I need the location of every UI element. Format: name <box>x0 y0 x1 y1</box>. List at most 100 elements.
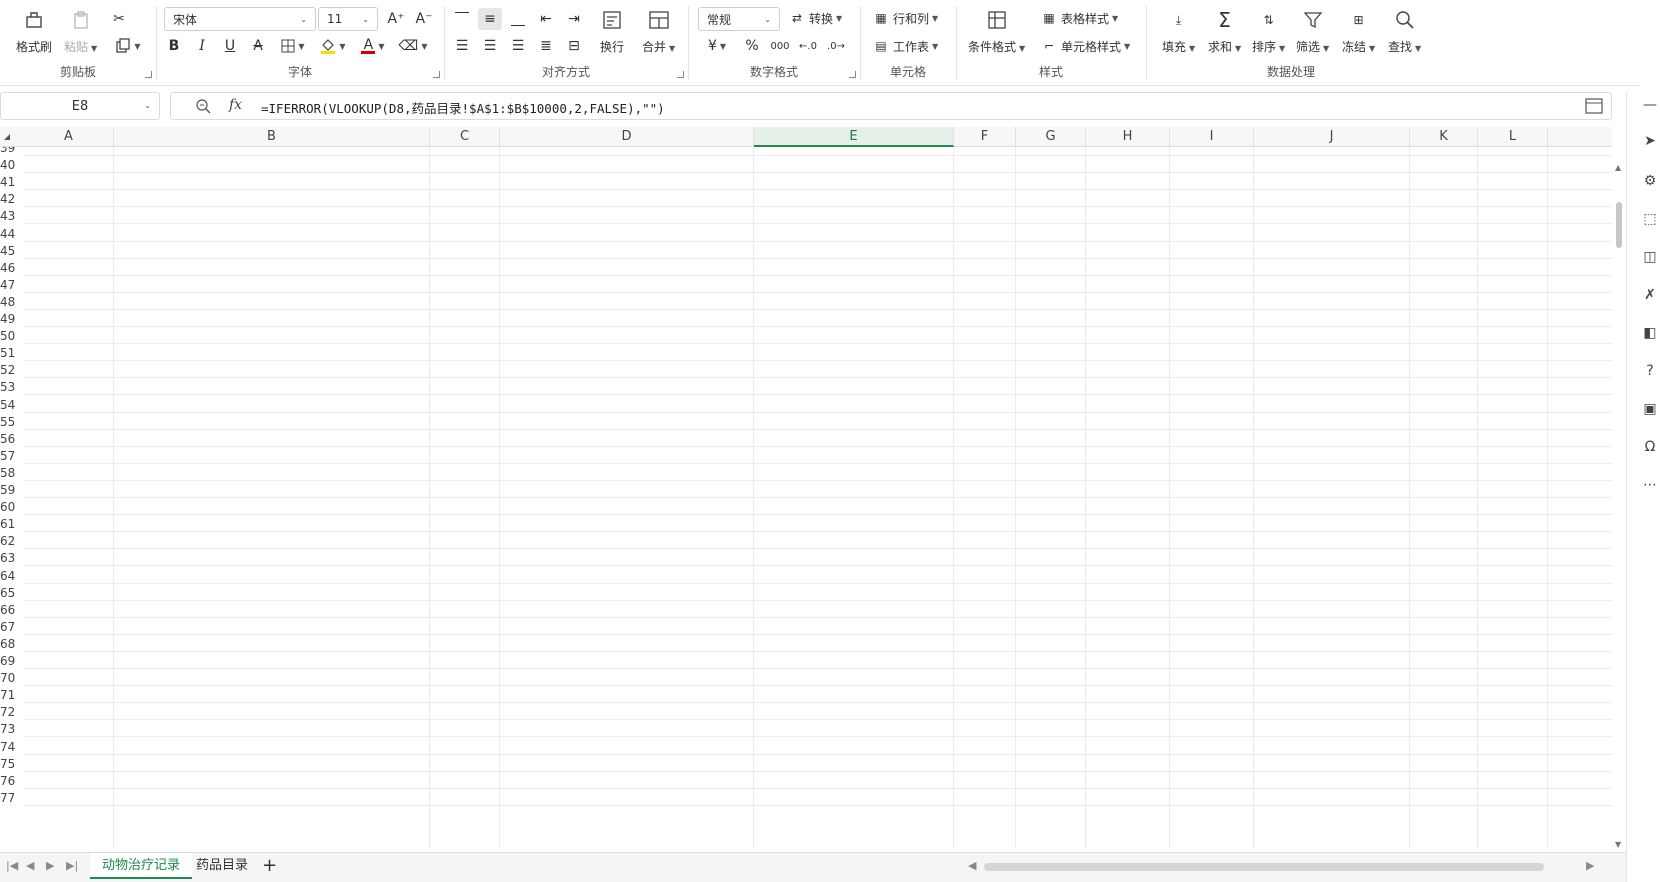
selection-icon[interactable]: ⬚ <box>1639 208 1660 230</box>
wrap-text-button[interactable]: 换行 <box>600 8 624 55</box>
increase-decimal-button[interactable]: ←.0 <box>796 35 820 57</box>
italic-button[interactable]: I <box>190 35 214 57</box>
column-header-d[interactable]: D <box>500 127 754 147</box>
decrease-font-button[interactable]: A⁻ <box>412 8 436 30</box>
row-header-55[interactable]: 55 <box>0 413 24 431</box>
row-header-73[interactable]: 73 <box>0 720 24 738</box>
chevron-down-icon[interactable]: ⌄ <box>144 101 151 110</box>
image-icon[interactable]: ▣ <box>1639 398 1660 420</box>
cut-button[interactable]: ✂ <box>107 8 131 30</box>
row-header-53[interactable]: 53 <box>0 378 24 396</box>
fill-button[interactable]: ⤓ 填充 ▼ <box>1162 8 1195 55</box>
name-box[interactable]: E8 ⌄ <box>0 92 160 120</box>
align-middle-button[interactable]: ≡ <box>478 8 502 30</box>
align-right-button[interactable]: ☰ <box>506 35 530 57</box>
border-button[interactable]: ▼ <box>276 35 310 57</box>
clear-format-button[interactable]: ⌫ ▼ <box>396 35 430 57</box>
align-top-button[interactable]: ⎺ <box>450 8 474 30</box>
column-header-j[interactable]: J <box>1254 127 1410 147</box>
currency-button[interactable]: ¥ ▼ <box>700 35 734 57</box>
row-header-72[interactable]: 72 <box>0 703 24 721</box>
table-style-button[interactable]: ▦ 表格样式 ▼ <box>1040 8 1118 28</box>
prev-sheet-icon[interactable]: ◀ <box>26 859 34 872</box>
row-header-47[interactable]: 47 <box>0 276 24 294</box>
underline-button[interactable]: U <box>218 35 242 57</box>
pointer-icon[interactable]: ➤ <box>1639 130 1660 152</box>
row-header-41[interactable]: 41 <box>0 173 24 191</box>
tab-drug-catalog[interactable]: 药品目录 <box>184 853 260 879</box>
decrease-decimal-button[interactable]: .0→ <box>824 35 848 57</box>
column-header-k[interactable]: K <box>1410 127 1478 147</box>
row-header-54[interactable]: 54 <box>0 396 24 414</box>
alignment-launcher-icon[interactable] <box>677 71 684 78</box>
row-header-40[interactable]: 40 <box>0 156 24 174</box>
row-header-57[interactable]: 57 <box>0 447 24 465</box>
chart-icon[interactable]: ◫ <box>1639 246 1660 268</box>
tab-animal-treatment[interactable]: 动物治疗记录 <box>90 853 193 879</box>
row-header-66[interactable]: 66 <box>0 601 24 619</box>
row-header-60[interactable]: 60 <box>0 498 24 516</box>
row-header-45[interactable]: 45 <box>0 242 24 260</box>
row-header-43[interactable]: 43 <box>0 207 24 225</box>
tools-icon[interactable]: ✗ <box>1639 284 1660 306</box>
bold-button[interactable]: B <box>162 35 186 57</box>
column-header-b[interactable]: B <box>114 127 430 147</box>
horizontal-scroll-thumb[interactable] <box>984 863 1544 871</box>
add-sheet-button[interactable]: + <box>262 855 277 876</box>
scroll-up-icon[interactable]: ▲ <box>1615 163 1621 172</box>
scroll-left-icon[interactable]: ◀ <box>968 859 976 872</box>
row-header-51[interactable]: 51 <box>0 344 24 362</box>
row-header-70[interactable]: 70 <box>0 669 24 687</box>
column-header-h[interactable]: H <box>1086 127 1170 147</box>
font-color-button[interactable]: A ▼ <box>356 35 390 57</box>
justify-button[interactable]: ≣ <box>534 35 558 57</box>
book-icon[interactable]: ◧ <box>1639 322 1660 344</box>
row-header-71[interactable]: 71 <box>0 686 24 704</box>
row-header-48[interactable]: 48 <box>0 293 24 311</box>
column-header-i[interactable]: I <box>1170 127 1254 147</box>
increase-font-button[interactable]: A⁺ <box>384 8 408 30</box>
align-bottom-button[interactable]: ⎽ <box>506 8 530 30</box>
format-painter-button[interactable]: 格式刷 <box>16 8 52 55</box>
thousands-button[interactable]: 000 <box>768 35 792 57</box>
decrease-indent-button[interactable]: ⇤ <box>534 8 558 30</box>
scroll-right-icon[interactable]: ▶ <box>1586 859 1594 872</box>
clipboard-launcher-icon[interactable] <box>145 71 152 78</box>
formula-input[interactable]: fx =IFERROR(VLOOKUP(D8,药品目录!$A$1:$B$1000… <box>170 92 1612 120</box>
row-header-68[interactable]: 68 <box>0 635 24 653</box>
row-header-49[interactable]: 49 <box>0 310 24 328</box>
row-header-76[interactable]: 76 <box>0 772 24 790</box>
merge-button[interactable]: 合并 ▼ <box>642 8 675 55</box>
column-header-g[interactable]: G <box>1016 127 1086 147</box>
freeze-button[interactable]: ⊞ 冻结 ▼ <box>1342 8 1375 55</box>
column-header-a[interactable]: A <box>24 127 114 147</box>
paste-button[interactable]: 粘贴 ▼ <box>64 8 97 55</box>
column-header-c[interactable]: C <box>430 127 500 147</box>
row-header-42[interactable]: 42 <box>0 190 24 208</box>
row-header-69[interactable]: 69 <box>0 652 24 670</box>
strikethrough-button[interactable]: A <box>246 35 270 57</box>
sort-button[interactable]: ⇅ 排序 ▼ <box>1252 8 1285 55</box>
percent-button[interactable]: % <box>740 35 764 57</box>
row-header-63[interactable]: 63 <box>0 549 24 567</box>
row-header-52[interactable]: 52 <box>0 361 24 379</box>
row-header-65[interactable]: 65 <box>0 584 24 602</box>
align-left-button[interactable]: ☰ <box>450 35 474 57</box>
column-header-l[interactable]: L <box>1478 127 1548 147</box>
conditional-format-button[interactable]: 条件格式 ▼ <box>968 8 1025 55</box>
font-launcher-icon[interactable] <box>433 71 440 78</box>
zoom-search-icon[interactable] <box>195 98 211 117</box>
row-header-61[interactable]: 61 <box>0 515 24 533</box>
align-center-button[interactable]: ☰ <box>478 35 502 57</box>
row-header-62[interactable]: 62 <box>0 532 24 550</box>
row-column-button[interactable]: ▦ 行和列 ▼ <box>872 8 938 28</box>
font-size-select[interactable]: 11 ⌄ <box>318 7 378 31</box>
last-sheet-icon[interactable]: ▶| <box>66 859 78 872</box>
row-header-77[interactable]: 77 <box>0 789 24 807</box>
vertical-scrollbar[interactable]: ▲ ▼ <box>1612 147 1626 849</box>
vertical-scroll-thumb[interactable] <box>1616 202 1622 248</box>
column-header-f[interactable]: F <box>954 127 1016 147</box>
cell-grid[interactable] <box>24 147 1612 849</box>
worksheet-button[interactable]: ▤ 工作表 ▼ <box>872 36 938 56</box>
next-sheet-icon[interactable]: ▶ <box>46 859 54 872</box>
